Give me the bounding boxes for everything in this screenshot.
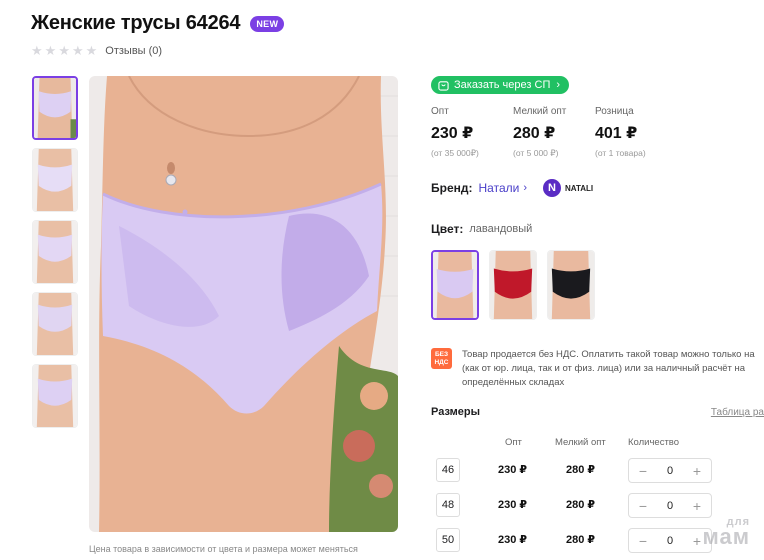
- col-header-qty: Количество: [628, 437, 680, 448]
- swatch-black[interactable]: [547, 250, 595, 320]
- watermark: для мам: [703, 516, 751, 550]
- brand-logo-text: NATALI: [565, 183, 594, 193]
- swatch-image: [433, 252, 477, 318]
- quantity-value[interactable]: 0: [667, 465, 673, 477]
- thumbnail-3[interactable]: [32, 220, 78, 284]
- brand-label: Бренд:: [431, 181, 473, 195]
- thumbnail-2[interactable]: [32, 148, 78, 212]
- sizes-header: Размеры Таблица ра: [431, 406, 764, 418]
- price-note: (от 5 000 ₽): [513, 148, 559, 158]
- thumbnail-1[interactable]: [32, 76, 78, 140]
- order-via-sp-button[interactable]: Заказать через СП ›: [431, 76, 570, 94]
- size-price-opt: 230 ₽: [498, 464, 528, 476]
- rating-stars[interactable]: ★ ★ ★ ★ ★: [31, 44, 97, 57]
- plus-icon[interactable]: +: [691, 463, 703, 479]
- product-title: Женские трусы 64264: [31, 12, 241, 34]
- reviews-link[interactable]: Отзывы (0): [105, 45, 162, 57]
- brand-logo-icon: N: [543, 179, 561, 197]
- nds-notice: БЕЗ НДС Товар продается без НДС. Оплатит…: [431, 348, 764, 390]
- color-value: лавандовый: [469, 223, 533, 235]
- star-icon: ★: [71, 43, 84, 58]
- price-label: Опт: [431, 106, 449, 117]
- nds-line: определённых складах: [462, 377, 565, 388]
- product-thumbnail-image: [34, 78, 76, 138]
- plus-icon[interactable]: +: [691, 533, 703, 549]
- quantity-stepper: − 0 +: [628, 528, 712, 553]
- swatch-lavender[interactable]: [431, 250, 479, 320]
- chevron-right-icon: ›: [556, 79, 561, 91]
- color-label: Цвет:: [431, 222, 464, 236]
- star-icon: ★: [44, 43, 57, 58]
- product-thumbnail-image: [33, 149, 77, 211]
- size-price-small-opt: 280 ₽: [566, 534, 596, 546]
- size-option[interactable]: 46: [436, 458, 460, 482]
- plus-icon[interactable]: +: [691, 498, 703, 514]
- size-table-link[interactable]: Таблица ра: [711, 407, 764, 418]
- product-thumbnail-image: [33, 221, 77, 283]
- swatch-red[interactable]: [489, 250, 537, 320]
- rating-row: ★ ★ ★ ★ ★ Отзывы (0): [31, 44, 162, 57]
- minus-icon[interactable]: −: [637, 533, 649, 549]
- brand-row: Бренд: Натали › N NATALI: [431, 179, 593, 197]
- size-price-small-opt: 280 ₽: [566, 464, 596, 476]
- swatch-image: [548, 251, 594, 319]
- minus-icon[interactable]: −: [637, 498, 649, 514]
- quantity-value[interactable]: 0: [667, 500, 673, 512]
- product-thumbnail-image: [33, 365, 77, 427]
- size-price-small-opt: 280 ₽: [566, 499, 596, 511]
- sizes-title: Размеры: [431, 406, 481, 418]
- cart-icon: [438, 80, 449, 91]
- price-note: (от 1 товара): [595, 148, 646, 158]
- nds-line: Товар продается без НДС. Оплатить такой …: [462, 349, 755, 360]
- swatch-image: [490, 251, 536, 319]
- nds-text: Товар продается без НДС. Оплатить такой …: [462, 348, 764, 390]
- price-caption: Цена товара в зависимости от цвета и раз…: [89, 544, 358, 554]
- price-label: Розница: [595, 106, 634, 117]
- product-thumbnail-image: [33, 293, 77, 355]
- size-row: 46 230 ₽ 280 ₽ − 0 +: [436, 458, 764, 484]
- price-label: Мелкий опт: [513, 106, 567, 117]
- new-badge: NEW: [250, 15, 285, 32]
- price-note: (от 35 000₽): [431, 148, 479, 158]
- quantity-stepper: − 0 +: [628, 493, 712, 518]
- title-row: Женские трусы 64264 NEW: [31, 12, 285, 35]
- color-row: Цвет: лавандовый: [431, 222, 532, 236]
- brand-logo[interactable]: N NATALI: [543, 179, 593, 197]
- star-icon: ★: [58, 43, 70, 58]
- main-product-image[interactable]: [89, 76, 398, 532]
- thumbnail-4[interactable]: [32, 292, 78, 356]
- brand-link[interactable]: Натали: [479, 181, 520, 195]
- star-icon: ★: [31, 43, 43, 58]
- quantity-stepper: − 0 +: [628, 458, 712, 483]
- chevron-right-icon: ›: [523, 182, 527, 194]
- col-header-opt: Опт: [505, 437, 522, 448]
- price-block: Опт 230 ₽ (от 35 000₽) Мелкий опт 280 ₽ …: [431, 106, 677, 159]
- color-swatches: [431, 250, 595, 320]
- price-small-opt: Мелкий опт 280 ₽ (от 5 000 ₽): [513, 106, 595, 159]
- size-option[interactable]: 50: [436, 528, 460, 552]
- price-opt: Опт 230 ₽ (от 35 000₽): [431, 106, 513, 159]
- price-retail: Розница 401 ₽ (от 1 товара): [595, 106, 677, 159]
- size-price-opt: 230 ₽: [498, 499, 528, 511]
- product-photo: [89, 76, 398, 532]
- thumbnail-5[interactable]: [32, 364, 78, 428]
- minus-icon[interactable]: −: [637, 463, 649, 479]
- star-icon: ★: [85, 43, 98, 58]
- nds-line: (как от юр. лица, так и от физ. лица) ил…: [462, 363, 746, 374]
- quantity-value[interactable]: 0: [667, 535, 673, 547]
- price-value: 401 ₽: [595, 125, 638, 142]
- thumbnail-gallery: [32, 76, 78, 436]
- size-option[interactable]: 48: [436, 493, 460, 517]
- col-header-small-opt: Мелкий опт: [555, 437, 606, 448]
- price-value: 230 ₽: [431, 125, 474, 142]
- price-value: 280 ₽: [513, 125, 556, 142]
- no-vat-icon: БЕЗ НДС: [431, 348, 452, 369]
- order-via-sp-label: Заказать через СП: [454, 79, 551, 91]
- size-price-opt: 230 ₽: [498, 534, 528, 546]
- watermark-line2: мам: [702, 524, 750, 549]
